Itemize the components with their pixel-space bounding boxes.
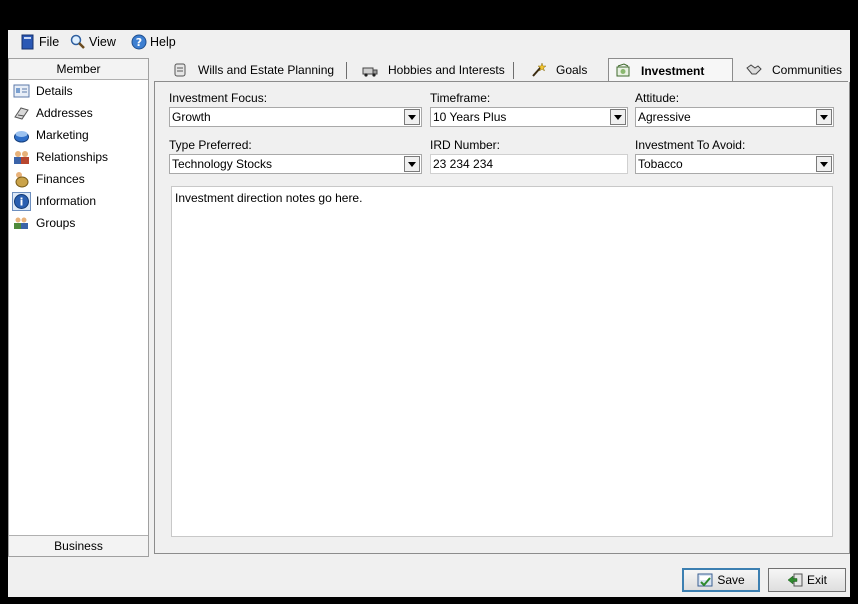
menu-view-label: View bbox=[89, 35, 116, 49]
sidebar-item-label: Groups bbox=[36, 216, 76, 230]
sidebar-footer-business[interactable]: Business bbox=[9, 535, 148, 556]
investment-to-avoid-select[interactable]: Tobacco bbox=[635, 154, 834, 174]
exit-button-label: Exit bbox=[806, 573, 827, 587]
ird-number-input[interactable]: 23 234 234 bbox=[430, 154, 628, 174]
sidebar-item-groups[interactable]: Groups bbox=[13, 213, 75, 233]
tab-strip: Wills and Estate Planning Hobbies and In… bbox=[154, 58, 849, 83]
address-book-icon bbox=[13, 105, 30, 122]
details-icon bbox=[13, 83, 30, 100]
investment-notes-textarea[interactable]: Investment direction notes go here. bbox=[171, 186, 833, 537]
sidebar-item-finances[interactable]: Finances bbox=[13, 169, 85, 189]
sidebar-item-label: Marketing bbox=[36, 128, 89, 142]
tab-separator bbox=[513, 62, 514, 79]
tab-investment[interactable]: Investment bbox=[608, 58, 733, 83]
money-bag-icon bbox=[13, 171, 30, 188]
money-icon bbox=[615, 63, 631, 79]
ird-number-value: 23 234 234 bbox=[433, 157, 494, 171]
menu-file-label: File bbox=[39, 35, 60, 49]
exit-button[interactable]: Exit bbox=[768, 568, 846, 592]
marketing-icon bbox=[13, 127, 30, 144]
main-window: File View ? Help Member Details Addresse… bbox=[8, 30, 850, 597]
attitude-label: Attitude: bbox=[635, 91, 680, 105]
timeframe-value: 10 Years Plus bbox=[433, 110, 507, 124]
sidebar: Member Details Addresses Marketing Relat… bbox=[8, 58, 149, 557]
tab-label: Communities bbox=[772, 63, 843, 77]
people-icon bbox=[13, 149, 30, 166]
chevron-down-icon[interactable] bbox=[610, 109, 626, 125]
save-button[interactable]: Save bbox=[682, 568, 760, 592]
attitude-value: Agressive bbox=[638, 110, 691, 124]
tab-label: Investment bbox=[641, 64, 705, 78]
type-preferred-label: Type Preferred: bbox=[169, 138, 252, 152]
svg-text:i: i bbox=[20, 195, 24, 208]
ird-number-label: IRD Number: bbox=[430, 138, 501, 152]
save-icon bbox=[697, 573, 713, 587]
sidebar-item-details[interactable]: Details bbox=[13, 81, 73, 101]
attitude-select[interactable]: Agressive bbox=[635, 107, 834, 127]
menu-view[interactable]: View bbox=[70, 33, 116, 51]
info-icon: i bbox=[12, 191, 31, 211]
type-preferred-select[interactable]: Technology Stocks bbox=[169, 154, 422, 174]
sidebar-header-member[interactable]: Member bbox=[9, 59, 148, 80]
handshake-icon bbox=[746, 62, 762, 78]
menu-help[interactable]: ? Help bbox=[131, 33, 176, 51]
investment-focus-value: Growth bbox=[172, 110, 211, 124]
chevron-down-icon[interactable] bbox=[404, 109, 420, 125]
sidebar-item-marketing[interactable]: Marketing bbox=[13, 125, 89, 145]
sidebar-item-label: Information bbox=[36, 194, 97, 208]
truck-icon bbox=[362, 62, 378, 78]
chevron-down-icon[interactable] bbox=[816, 109, 832, 125]
timeframe-select[interactable]: 10 Years Plus bbox=[430, 107, 628, 127]
file-icon bbox=[20, 34, 36, 50]
tab-wills-estate-planning[interactable]: Wills and Estate Planning bbox=[166, 60, 341, 80]
menu-help-label: Help bbox=[150, 35, 176, 49]
investment-to-avoid-value: Tobacco bbox=[638, 157, 683, 171]
investment-focus-select[interactable]: Growth bbox=[169, 107, 422, 127]
svg-text:?: ? bbox=[136, 36, 142, 49]
sidebar-item-label: Finances bbox=[36, 172, 85, 186]
sidebar-item-label: Relationships bbox=[36, 150, 109, 164]
menu-file[interactable]: File bbox=[20, 33, 59, 51]
type-preferred-value: Technology Stocks bbox=[172, 157, 273, 171]
menu-bar: File View ? Help bbox=[8, 30, 850, 54]
tab-hobbies-interests[interactable]: Hobbies and Interests bbox=[356, 60, 511, 80]
chevron-down-icon[interactable] bbox=[816, 156, 832, 172]
sidebar-item-relationships[interactable]: Relationships bbox=[13, 147, 108, 167]
help-icon: ? bbox=[131, 34, 147, 50]
tab-label: Goals bbox=[556, 63, 588, 77]
wand-icon bbox=[530, 62, 547, 78]
exit-icon bbox=[787, 573, 803, 587]
investment-focus-label: Investment Focus: bbox=[169, 91, 268, 105]
magnifier-icon bbox=[70, 34, 86, 50]
scroll-icon bbox=[172, 62, 188, 78]
group-icon bbox=[13, 215, 30, 232]
sidebar-item-addresses[interactable]: Addresses bbox=[13, 103, 93, 123]
tab-communities[interactable]: Communities bbox=[740, 60, 849, 80]
tab-label: Hobbies and Interests bbox=[388, 63, 505, 77]
tab-goals[interactable]: Goals bbox=[524, 60, 594, 80]
tab-label: Wills and Estate Planning bbox=[198, 63, 335, 77]
sidebar-item-label: Addresses bbox=[36, 106, 93, 120]
save-button-label: Save bbox=[717, 573, 745, 587]
tab-separator bbox=[346, 62, 347, 79]
sidebar-item-information[interactable]: i Information bbox=[12, 191, 97, 211]
timeframe-label: Timeframe: bbox=[430, 91, 491, 105]
investment-to-avoid-label: Investment To Avoid: bbox=[635, 138, 746, 152]
sidebar-item-label: Details bbox=[36, 84, 73, 98]
chevron-down-icon[interactable] bbox=[404, 156, 420, 172]
